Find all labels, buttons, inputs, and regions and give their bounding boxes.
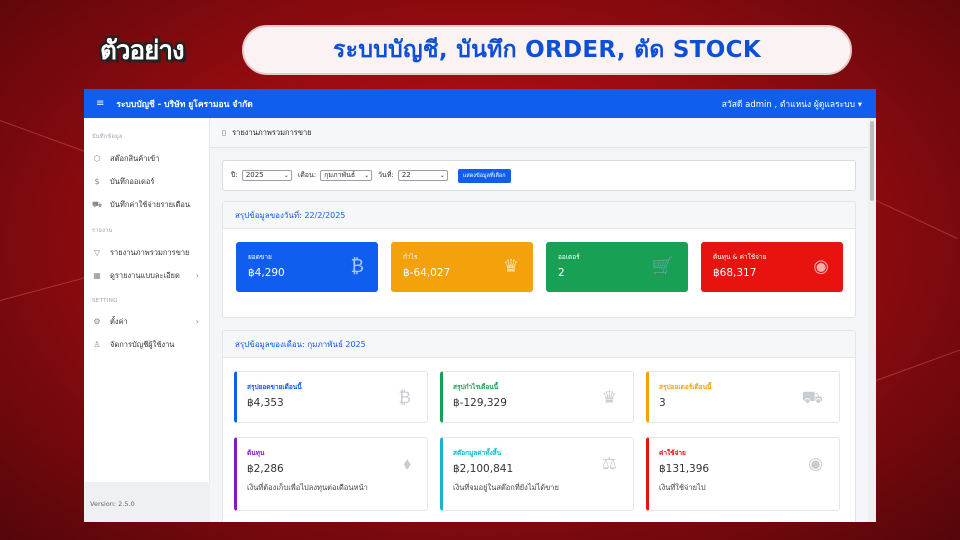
headline-banner: ระบบบัญชี, บันทึก ORDER, ตัด STOCK — [242, 25, 852, 75]
sidebar-item-label: บันทึกค่าใช้จ่ายรายเดือน — [110, 199, 191, 209]
chevron-down-icon: ⌄ — [283, 172, 289, 179]
sidebar-section-title: รายงาน — [92, 228, 113, 234]
bg-line — [876, 349, 960, 381]
hamburger-icon[interactable]: ≡ — [96, 98, 104, 109]
bg-line — [875, 200, 958, 239]
bg-line — [0, 276, 88, 301]
monthly-sales-card: สรุปยอดขายเดือนนี้ ฿4,353 ₿ — [234, 371, 428, 423]
daily-orders-card: ออเดอร์ 2 🛒 — [546, 242, 688, 292]
sidebar-item-label: จัดการบัญชีผู้ใช้งาน — [110, 339, 175, 349]
grid-icon: ▦ — [93, 271, 101, 280]
sidebar-item-stock-in[interactable]: ⬡ สต๊อกสินค้าเข้า — [84, 147, 209, 170]
month-select-value: กุมภาพันธ์ — [324, 171, 356, 179]
year-select[interactable]: 2025 ⌄ — [241, 170, 292, 181]
monthly-stock-value-card: สต๊อกมูลค่าทั้งสิ้น ฿2,100,841 เงินที่จม… — [440, 437, 634, 511]
year-select-value: 2025 — [245, 171, 264, 179]
chevron-right-icon: › — [195, 271, 199, 280]
sidebar-item-orders[interactable]: $ บันทึกออเดอร์ — [84, 170, 209, 193]
sidebar-item-label: บันทึกออเดอร์ — [110, 176, 155, 186]
chevron-down-icon: ⌄ — [439, 172, 445, 179]
monthly-summary-heading: สรุปข้อมูลของเดือน: กุมภาพันธ์ 2025 — [223, 331, 855, 358]
stat-description: เงินที่ต้องเก็บเพื่อไปลงทุนต่อเดือนหน้า — [247, 483, 368, 492]
day-select-value: 22 — [401, 171, 411, 179]
day-select[interactable]: 22 ⌄ — [397, 170, 448, 181]
year-label: ปี: — [231, 171, 238, 179]
sidebar-item-settings[interactable]: ⚙ ตั้งค่า › — [84, 310, 209, 333]
trophy-icon: ♛ — [502, 256, 519, 277]
stat-description: เงินที่ใช้จ่ายไป — [659, 483, 706, 492]
chevron-right-icon: › — [195, 317, 199, 326]
bitcoin-icon: ₿ — [398, 388, 411, 408]
sidebar-item-expenses[interactable]: ⛟ บันทึกค่าใช้จ่ายรายเดือน — [84, 193, 209, 216]
page-title: รายงานภาพรวมการขาย — [232, 127, 312, 137]
sidebar-item-user-accounts[interactable]: ♙ จัดการบัญชีผู้ใช้งาน — [84, 333, 209, 356]
cart-plus-icon: 🛒 — [651, 256, 674, 277]
stat-value: ฿2,286 — [247, 463, 284, 475]
sidebar-item-label: ดูรายงานแบบละเอียด — [110, 270, 180, 280]
scrollbar[interactable] — [868, 118, 876, 522]
cart-icon: ⛟ — [92, 199, 103, 209]
monthly-expense-card: ค่าใช้จ่าย ฿131,396 เงินที่ใช้จ่ายไป ◉ — [646, 437, 840, 511]
chevron-down-icon: ⌄ — [364, 172, 370, 179]
daily-cost-card: ต้นทุน & ค่าใช้จ่าย ฿68,317 ◉ — [701, 242, 843, 292]
main-content: ▯ รายงานภาพรวมการขาย ปี: 2025 ⌄ เดือน: ก… — [210, 118, 868, 522]
show-data-button[interactable]: แสดงข้อมูลที่เลือก — [457, 168, 511, 183]
bg-line — [0, 120, 85, 152]
app-title: ระบบบัญชี - บริษัท ยูโครามอน จำกัด — [116, 99, 253, 110]
user-menu[interactable]: สวัสดี admin , ตำแหน่ง ผู้ดูแลระบบ ▾ — [722, 97, 862, 111]
monthly-cost-card: ต้นทุน ฿2,286 เงินที่ต้องเก็บเพื่อไปลงทุ… — [234, 437, 428, 511]
cart-icon: ⛟ — [801, 388, 823, 408]
stat-description: เงินที่จมอยู่ในสต๊อกที่ยังไม่ได้ขาย — [453, 483, 559, 492]
sample-logo: ตัวอย่าง — [100, 36, 185, 66]
dollar-icon: $ — [94, 177, 100, 186]
monthly-profit-card: สรุปกำไรเดือนนี้ ฿-129,329 ♛ — [440, 371, 634, 423]
daily-sales-card: ยอดขาย ฿4,290 ₿ — [236, 242, 378, 292]
daily-profit-card: กำไร ฿-64,027 ♛ — [391, 242, 533, 292]
daily-summary-heading: สรุปข้อมูลของวันที่: 22/2/2025 — [223, 202, 855, 229]
sidebar: บันทึกข้อมูล ⬡ สต๊อกสินค้าเข้า $ บันทึกอ… — [84, 118, 210, 522]
sidebar-section-title: SETTING — [92, 298, 118, 304]
trophy-icon: ♛ — [601, 388, 617, 408]
gear-icon: ⚙ — [93, 317, 101, 326]
page-header: ▯ รายงานภาพรวมการขาย — [210, 118, 868, 148]
tag-icon: ⬧ — [403, 454, 411, 474]
month-select[interactable]: กุมภาพันธ์ ⌄ — [320, 170, 373, 181]
sidebar-section-title: บันทึกข้อมูล — [92, 134, 123, 140]
stat-label: ต้นทุน — [247, 449, 265, 457]
coins-icon: ◉ — [808, 454, 823, 474]
version-label: Version: 2.5.0 — [90, 500, 135, 508]
app-window: ≡ ระบบบัญชี - บริษัท ยูโครามอน จำกัด สวั… — [84, 89, 876, 522]
filter-icon: ▽ — [93, 248, 101, 257]
user-icon: ♙ — [93, 340, 101, 349]
sidebar-item-label: สต๊อกสินค้าเข้า — [110, 153, 160, 163]
document-icon: ▯ — [222, 128, 227, 137]
top-navbar: ≡ ระบบบัญชี - บริษัท ยูโครามอน จำกัด สวั… — [84, 89, 876, 118]
sidebar-item-sales-overview[interactable]: ▽ รายงานภาพรวมการขาย — [84, 241, 209, 264]
sidebar-item-label: รายงานภาพรวมการขาย — [110, 247, 190, 257]
date-filter-form: ปี: 2025 ⌄ เดือน: กุมภาพันธ์ ⌄ วันที่: 2… — [222, 160, 856, 191]
day-label: วันที่: — [378, 171, 394, 179]
sidebar-item-detailed-report[interactable]: ▦ ดูรายงานแบบละเอียด › — [84, 264, 209, 287]
month-label: เดือน: — [297, 171, 317, 179]
monthly-orders-card: สรุปออเดอร์เดือนนี้ 3 ⛟ — [646, 371, 840, 423]
scale-icon: ⚖ — [601, 454, 617, 474]
bitcoin-icon: ₿ — [350, 256, 364, 277]
sidebar-item-label: ตั้งค่า — [110, 316, 128, 326]
coins-icon: ◉ — [813, 256, 829, 277]
scrollbar-thumb[interactable] — [870, 121, 874, 201]
box-icon: ⬡ — [93, 154, 101, 163]
